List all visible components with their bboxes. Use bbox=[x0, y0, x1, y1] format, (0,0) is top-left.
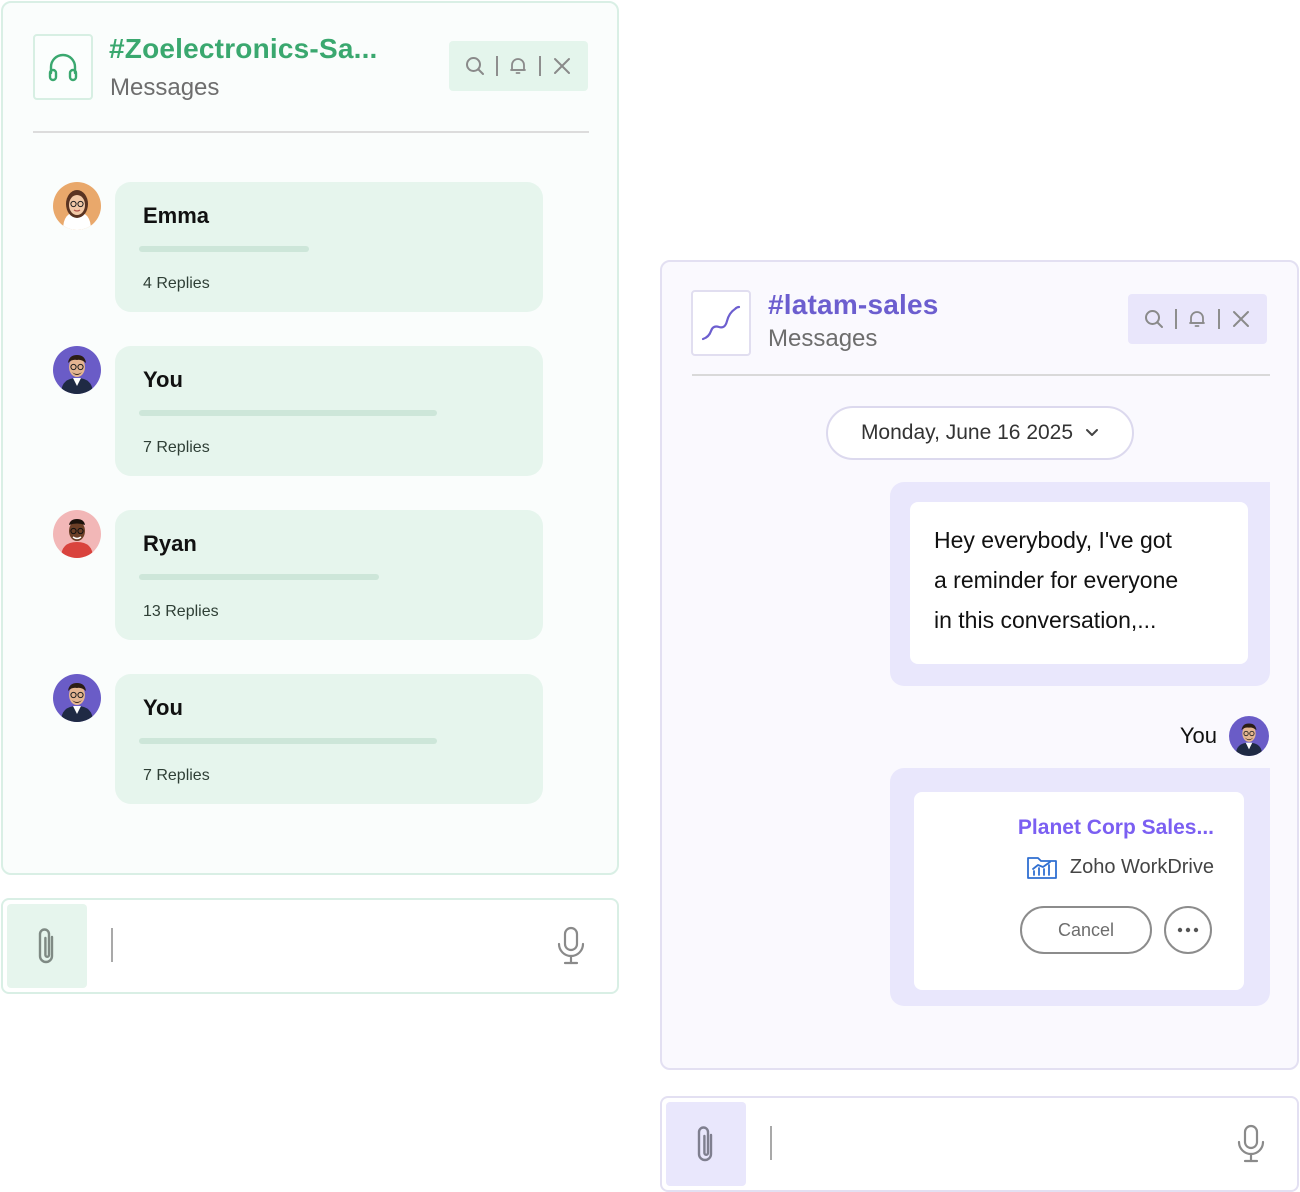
message-body[interactable]: Hey everybody, I've got a reminder for e… bbox=[910, 502, 1248, 664]
avatar-you bbox=[53, 346, 101, 394]
channel-toolbar bbox=[449, 41, 588, 91]
thread-author: You bbox=[143, 367, 183, 392]
message-preview-placeholder bbox=[139, 738, 437, 744]
channel-panel-zoelectronics: #Zoelectronics-Sa... Messages Emma 4 Rep… bbox=[1, 1, 619, 875]
text-caret bbox=[111, 928, 113, 962]
attach-button[interactable] bbox=[666, 1102, 746, 1186]
notifications-button[interactable] bbox=[507, 55, 529, 77]
search-icon bbox=[465, 57, 484, 75]
message-input[interactable] bbox=[774, 1118, 1174, 1170]
bell-icon bbox=[1189, 311, 1206, 327]
header-divider bbox=[33, 131, 589, 133]
cancel-button[interactable]: Cancel bbox=[1020, 906, 1152, 954]
bell-icon bbox=[510, 58, 527, 74]
message-preview-placeholder bbox=[139, 574, 379, 580]
date-filter-dropdown[interactable]: Monday, June 16 2025 bbox=[826, 406, 1134, 460]
thread-item[interactable]: You 7 Replies bbox=[53, 674, 543, 804]
notifications-button[interactable] bbox=[1186, 308, 1208, 330]
headphones-icon bbox=[48, 53, 78, 82]
avatar-you bbox=[53, 674, 101, 722]
channel-title: #latam-sales bbox=[768, 289, 939, 320]
search-button[interactable] bbox=[464, 55, 486, 77]
avatar-you bbox=[1229, 716, 1269, 756]
message-text-line: a reminder for everyone bbox=[934, 567, 1179, 593]
toolbar-divider bbox=[1174, 309, 1177, 329]
message-composer-left bbox=[1, 898, 619, 994]
text-caret bbox=[770, 1126, 772, 1160]
channel-avatar bbox=[691, 290, 751, 356]
voice-record-button[interactable] bbox=[1231, 1122, 1271, 1166]
paperclip-icon bbox=[697, 1126, 713, 1162]
avatar-emma bbox=[53, 182, 101, 230]
channel-title: #Zoelectronics-Sa... bbox=[109, 33, 378, 64]
thread-bubble[interactable]: Ryan 13 Replies bbox=[115, 510, 543, 640]
thread-author: You bbox=[143, 695, 183, 720]
file-title-link[interactable]: Planet Corp Sales... bbox=[1018, 816, 1214, 840]
message-sender: You bbox=[1180, 716, 1269, 756]
message-preview-placeholder bbox=[139, 246, 309, 252]
more-horizontal-icon bbox=[1177, 927, 1199, 933]
toolbar-divider bbox=[1218, 309, 1221, 329]
file-source-label: Zoho WorkDrive bbox=[1069, 855, 1214, 878]
thread-author: Emma bbox=[143, 203, 210, 228]
attach-button[interactable] bbox=[7, 904, 87, 988]
sender-name: You bbox=[1179, 723, 1217, 748]
thread-bubble[interactable]: You 7 Replies bbox=[115, 346, 543, 476]
file-attachment-bubble: Planet Corp Sales... Zoho WorkDrive Canc… bbox=[890, 768, 1270, 1006]
chevron-down-icon bbox=[1086, 429, 1099, 436]
thread-item[interactable]: You 7 Replies bbox=[53, 346, 543, 476]
reply-count[interactable]: 7 Replies bbox=[143, 439, 210, 457]
message-composer-right bbox=[660, 1096, 1299, 1192]
channel-subtitle: Messages bbox=[768, 325, 878, 352]
file-source: Zoho WorkDrive bbox=[1026, 854, 1214, 880]
thread-bubble[interactable]: Emma 4 Replies bbox=[115, 182, 543, 312]
channel-toolbar bbox=[1128, 294, 1267, 344]
channel-panel-latam-sales: #latam-sales Messages Monday, June 16 20… bbox=[660, 260, 1299, 1070]
paperclip-icon bbox=[38, 928, 54, 964]
trend-line-icon bbox=[701, 305, 741, 341]
search-icon bbox=[1144, 310, 1163, 328]
channel-avatar bbox=[33, 34, 93, 100]
message-text-line: in this conversation,... bbox=[934, 607, 1157, 633]
message-bubble: Hey everybody, I've got a reminder for e… bbox=[890, 482, 1270, 686]
channel-subtitle: Messages bbox=[110, 74, 220, 101]
thread-item[interactable]: Ryan 13 Replies bbox=[53, 510, 543, 640]
thread-author: Ryan bbox=[143, 531, 197, 556]
close-button[interactable] bbox=[1230, 308, 1252, 330]
message-text-line: Hey everybody, I've got bbox=[934, 527, 1172, 553]
thread-bubble[interactable]: You 7 Replies bbox=[115, 674, 543, 804]
close-icon bbox=[1233, 311, 1250, 327]
toolbar-divider bbox=[495, 56, 498, 76]
toolbar-divider bbox=[539, 56, 542, 76]
file-attachment-card: Planet Corp Sales... Zoho WorkDrive Canc… bbox=[914, 792, 1244, 990]
reply-count[interactable]: 13 Replies bbox=[143, 603, 219, 621]
date-filter-label: Monday, June 16 2025 bbox=[860, 421, 1074, 444]
microphone-icon bbox=[557, 926, 585, 965]
reply-count[interactable]: 4 Replies bbox=[143, 275, 210, 293]
message-input[interactable] bbox=[115, 920, 515, 972]
reply-count[interactable]: 7 Replies bbox=[143, 767, 210, 785]
header-divider bbox=[692, 374, 1270, 376]
search-button[interactable] bbox=[1143, 308, 1165, 330]
folder-chart-icon bbox=[1026, 857, 1057, 879]
thread-item[interactable]: Emma 4 Replies bbox=[53, 182, 543, 312]
avatar-ryan bbox=[53, 510, 101, 558]
close-button[interactable] bbox=[551, 55, 573, 77]
message-preview-placeholder bbox=[139, 410, 437, 416]
close-icon bbox=[554, 58, 571, 74]
more-options-button[interactable] bbox=[1164, 906, 1212, 954]
voice-record-button[interactable] bbox=[551, 924, 591, 968]
microphone-icon bbox=[1237, 1124, 1265, 1163]
